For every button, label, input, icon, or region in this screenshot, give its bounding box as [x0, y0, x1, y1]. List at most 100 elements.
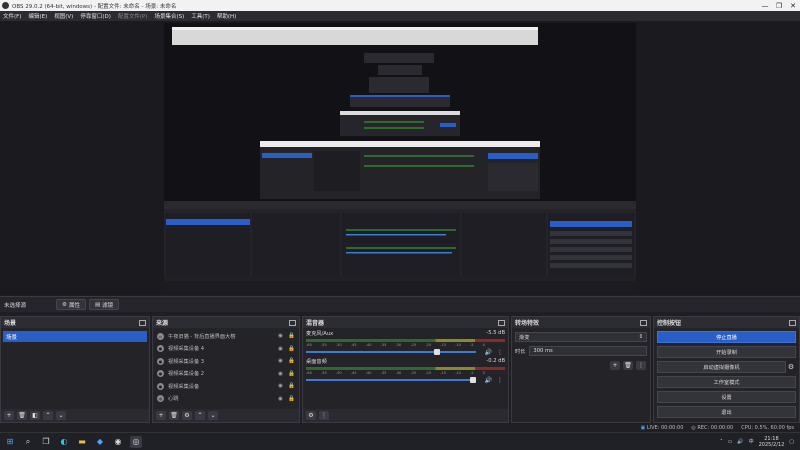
file-explorer-icon[interactable]: ▬: [76, 436, 88, 448]
menu-bar: 文件(F) 编辑(E) 视图(V) 停靠窗口(D) 配置文件(P) 场景集合(S…: [0, 11, 800, 21]
monitor-icon: ▭: [157, 332, 164, 340]
float-icon[interactable]: [289, 319, 296, 326]
notification-icon[interactable]: ▢: [789, 439, 794, 445]
more-icon[interactable]: ⋮: [636, 361, 646, 370]
source-item[interactable]: ● 视频采集设备 2 ◉ 🔒: [153, 368, 299, 381]
speaker-icon[interactable]: 🔊: [485, 349, 492, 356]
move-down-button[interactable]: ⌄: [208, 411, 218, 420]
system-tray: ˄ ▭ 🔊 中 21:18 2025/2/12 ▢: [720, 436, 800, 448]
eye-icon[interactable]: ◉: [277, 396, 284, 402]
source-item[interactable]: ▭ 午夜旧猫 - 背后直播界面大榕 ◉ 🔒: [153, 330, 299, 343]
start-virtual-camera-button[interactable]: 启动虚拟摄像机: [657, 361, 786, 373]
float-icon[interactable]: [640, 319, 647, 326]
remove-scene-button[interactable]: 🗑: [17, 411, 27, 420]
menu-help[interactable]: 帮助(H): [217, 12, 236, 20]
clock[interactable]: 21:18 2025/2/12: [759, 436, 785, 448]
lock-icon[interactable]: 🔒: [288, 346, 295, 352]
menu-scene-collection[interactable]: 场景集合(S): [154, 12, 184, 20]
eye-icon[interactable]: ◉: [277, 383, 284, 389]
start-recording-button[interactable]: 开始录制: [657, 346, 796, 358]
slider-handle[interactable]: [469, 377, 476, 383]
remove-source-button[interactable]: 🗑: [169, 411, 179, 420]
steam-icon[interactable]: ◉: [112, 436, 124, 448]
source-settings-button[interactable]: ⚙: [182, 411, 192, 420]
source-item[interactable]: ◍ 心跳 ◉ 🔒: [153, 393, 299, 406]
controls-dock: 控制按钮 停止直播 开始录制 启动虚拟摄像机 ⚙ 工作室模式 设置 退出: [653, 316, 800, 423]
mixer-title: 混音器: [306, 320, 325, 327]
windows-start-icon[interactable]: ⊞: [4, 436, 16, 448]
transition-value: 渐变: [519, 334, 530, 341]
obs-taskbar-icon[interactable]: ◎: [130, 435, 142, 448]
properties-button[interactable]: ⚙ 属性: [56, 299, 86, 310]
lock-icon[interactable]: 🔒: [288, 371, 295, 377]
search-icon[interactable]: ⌕: [22, 436, 34, 448]
eye-icon[interactable]: ◉: [277, 346, 284, 352]
rec-icon: ◎: [691, 425, 696, 431]
lock-icon[interactable]: 🔒: [288, 333, 295, 339]
menu-file[interactable]: 文件(F): [3, 12, 21, 20]
add-source-button[interactable]: +: [156, 411, 166, 420]
menu-tools[interactable]: 工具(T): [191, 12, 210, 20]
menu-edit[interactable]: 编辑(E): [28, 12, 47, 20]
speaker-icon[interactable]: 🔊: [485, 377, 492, 384]
maximize-button[interactable]: ❐: [772, 0, 786, 11]
eye-icon[interactable]: ◉: [277, 358, 284, 364]
duration-row: 时长 300 ms: [515, 346, 647, 356]
transition-buttons: + 🗑 ⋮: [610, 361, 646, 370]
gear-icon[interactable]: ⚙: [786, 363, 796, 371]
exit-button[interactable]: 退出: [657, 406, 796, 418]
chevron-up-icon[interactable]: ˄: [720, 439, 723, 445]
menu-view[interactable]: 视图(V): [54, 12, 73, 20]
scene-filters-button[interactable]: ◧: [30, 411, 40, 420]
minimize-button[interactable]: —: [758, 0, 772, 11]
source-item[interactable]: ● 视频采集设备 3 ◉ 🔒: [153, 355, 299, 368]
move-down-button[interactable]: ⌄: [56, 411, 66, 420]
more-icon[interactable]: ⋮: [497, 377, 503, 384]
speaker-icon[interactable]: 🔊: [737, 439, 743, 445]
eye-icon[interactable]: ◉: [277, 371, 284, 377]
scene-item[interactable]: 场景: [3, 331, 147, 342]
transition-select[interactable]: 渐变 ⇕: [515, 332, 647, 342]
menu-docks[interactable]: 停靠窗口(D): [80, 12, 111, 20]
settings-button[interactable]: 设置: [657, 391, 796, 403]
move-up-button[interactable]: ⌃: [43, 411, 53, 420]
duration-input[interactable]: 300 ms: [529, 346, 647, 356]
more-icon[interactable]: ⋮: [319, 411, 329, 420]
volume-meter: [306, 339, 505, 342]
float-icon[interactable]: [139, 319, 146, 326]
add-scene-button[interactable]: +: [4, 411, 14, 420]
advanced-audio-button[interactable]: ⚙: [306, 411, 316, 420]
volume-slider[interactable]: 🔊 ⋮: [306, 348, 505, 356]
source-name: 心跳: [168, 396, 179, 403]
eye-icon[interactable]: ◉: [277, 333, 284, 339]
slider-handle[interactable]: [433, 349, 440, 355]
task-view-icon[interactable]: ❐: [40, 436, 52, 448]
stop-streaming-button[interactable]: 停止直播: [657, 331, 796, 343]
source-item[interactable]: ● 视频采集设备 4 ◉ 🔒: [153, 343, 299, 356]
more-icon[interactable]: ⋮: [497, 349, 503, 356]
studio-mode-button[interactable]: 工作室模式: [657, 376, 796, 388]
no-source-label: 未选择源: [4, 302, 27, 309]
add-transition-button[interactable]: +: [610, 361, 620, 370]
close-button[interactable]: ✕: [786, 0, 800, 11]
menu-profile[interactable]: 配置文件(P): [118, 12, 148, 20]
float-icon[interactable]: [789, 319, 796, 326]
lock-icon[interactable]: 🔒: [288, 396, 295, 402]
remove-transition-button[interactable]: 🗑: [623, 361, 633, 370]
globe-icon: ◍: [157, 395, 164, 403]
move-up-button[interactable]: ⌃: [195, 411, 205, 420]
lock-icon[interactable]: 🔒: [288, 358, 295, 364]
filters-button[interactable]: ▤ 滤镜: [88, 299, 120, 310]
edge-browser-icon[interactable]: ◐: [58, 436, 70, 448]
store-icon[interactable]: ◆: [94, 436, 106, 448]
transitions-title: 转场特效: [515, 320, 540, 327]
float-icon[interactable]: [498, 319, 505, 326]
mixer-header: 混音器: [303, 317, 508, 328]
preview-canvas[interactable]: [164, 23, 636, 291]
ime-indicator[interactable]: 中: [749, 438, 754, 445]
lock-icon[interactable]: 🔒: [288, 383, 295, 389]
camera-icon: ●: [157, 370, 164, 378]
network-icon[interactable]: ▭: [728, 439, 733, 445]
volume-slider[interactable]: 🔊 ⋮: [306, 376, 505, 384]
source-item[interactable]: ● 视频采集设备 ◉ 🔒: [153, 380, 299, 393]
